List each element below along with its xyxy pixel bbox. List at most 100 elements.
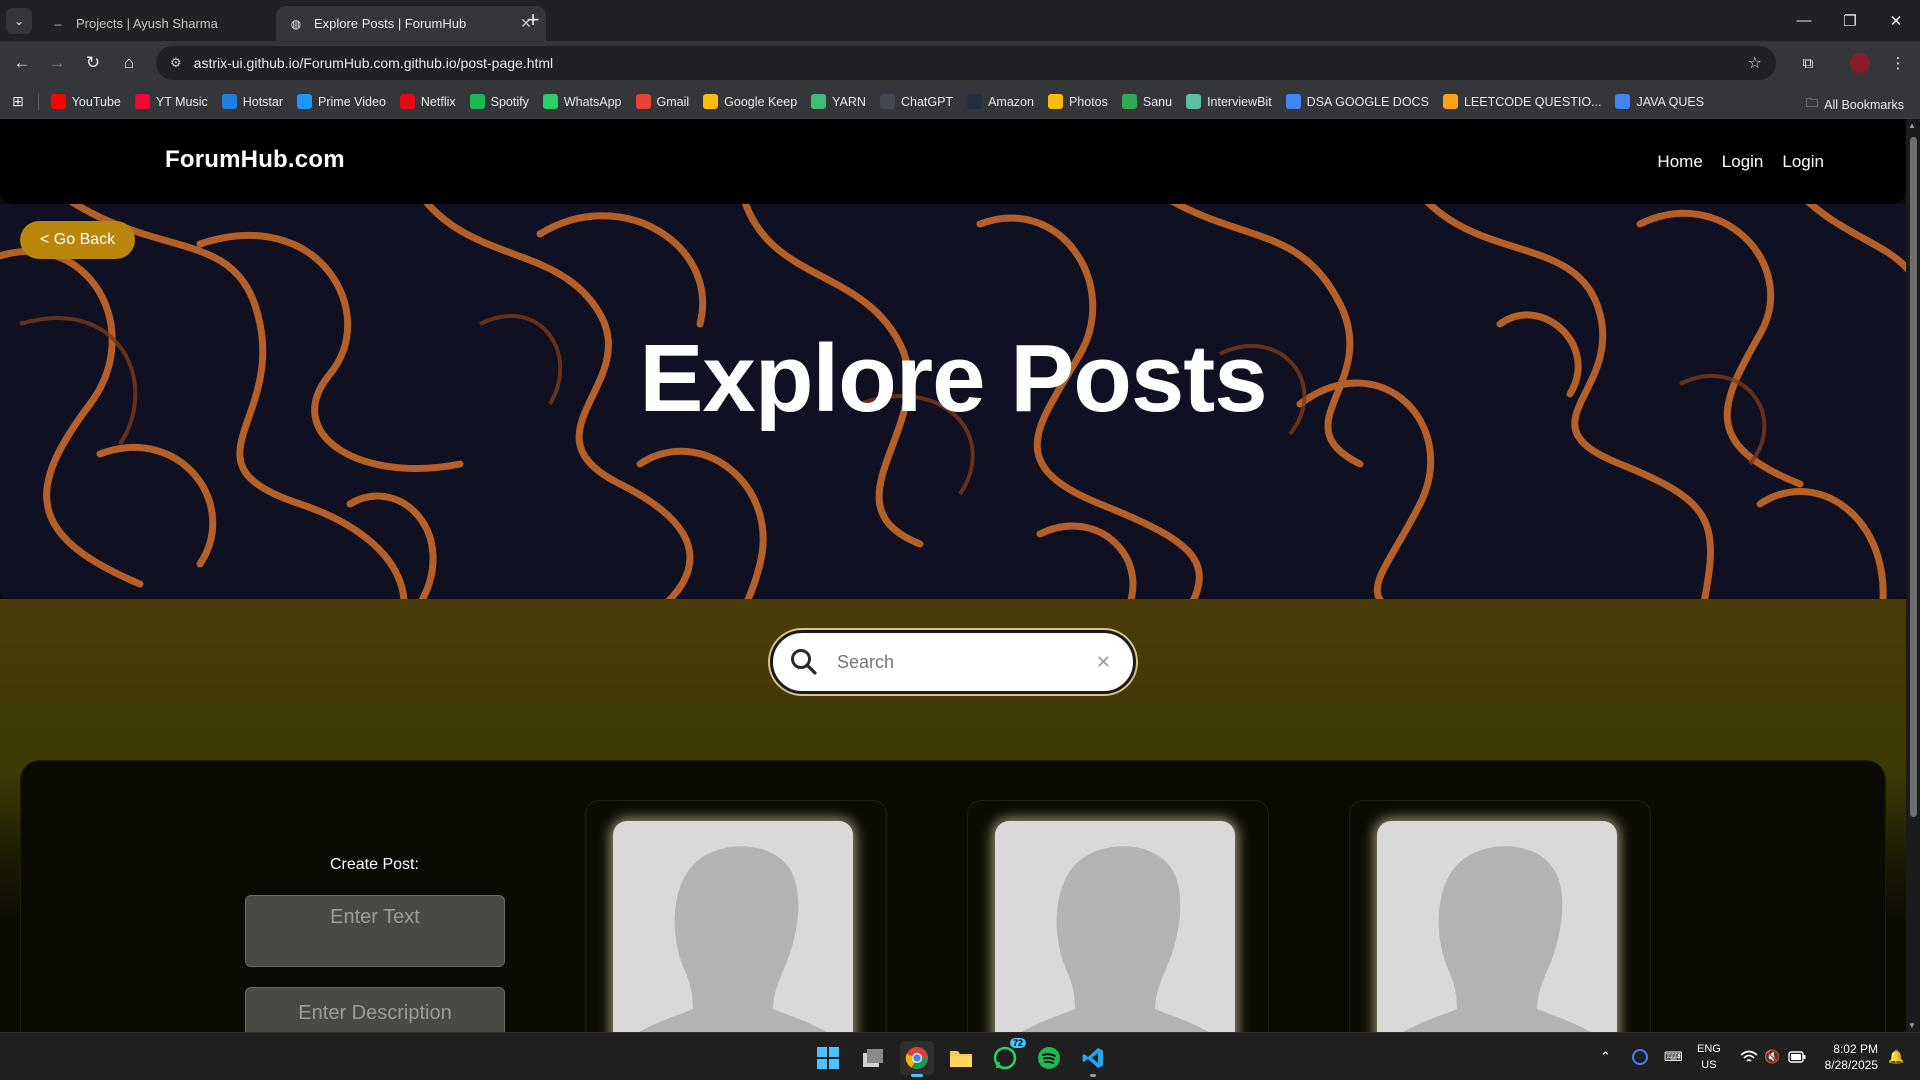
browser-menu-icon[interactable]: ⋮ <box>1884 49 1912 77</box>
window-close-icon[interactable]: ✕ <box>1873 0 1919 41</box>
region-code: US <box>1701 1059 1717 1071</box>
enter-text-field[interactable]: Enter Text <box>245 895 505 967</box>
profile-avatar[interactable] <box>1846 49 1874 77</box>
copilot-tray-icon[interactable] <box>1632 1033 1648 1080</box>
bookmark-item[interactable]: Netflix <box>399 94 456 109</box>
scrollbar-thumb[interactable] <box>1910 137 1917 817</box>
task-view-icon[interactable] <box>856 1041 890 1075</box>
windows-taskbar: 72 ⌃ ⌨ ENG US 🔇 8:02 PM 8/28/2025 🔔 <box>0 1032 1920 1080</box>
post-card[interactable] <box>967 800 1269 1032</box>
hero-banner: Explore Posts <box>0 204 1906 607</box>
apps-grid-icon[interactable]: ⊞ <box>12 93 24 110</box>
file-explorer-icon[interactable] <box>944 1041 978 1075</box>
bookmark-item[interactable]: YT Music <box>134 94 208 109</box>
start-icon[interactable] <box>811 1041 845 1075</box>
bookmark-item[interactable]: ChatGPT <box>879 94 954 109</box>
bookmark-star-icon[interactable]: ☆ <box>1748 53 1762 73</box>
home-icon[interactable]: ⌂ <box>115 49 143 77</box>
google-docs-icon <box>1285 94 1301 109</box>
post-search-box[interactable]: Search ✕ <box>770 630 1136 694</box>
user-silhouette-icon <box>639 846 827 1032</box>
tab-explore-posts[interactable]: ◍ Explore Posts | ForumHub ✕ <box>276 6 546 41</box>
tab-projects[interactable]: – Projects | Ayush Sharma ✕ <box>38 6 308 41</box>
vscode-icon[interactable] <box>1076 1041 1110 1077</box>
go-back-button[interactable]: < Go Back <box>20 221 136 259</box>
all-bookmarks-button[interactable]: 🗀 All Bookmarks <box>1806 94 1904 115</box>
extensions-icon[interactable]: ⧉ <box>1794 49 1822 77</box>
chatgpt-icon <box>879 94 895 109</box>
address-bar[interactable]: ⚙ astrix-ui.github.io/ForumHub.com.githu… <box>156 46 1776 80</box>
clock-date: 8/28/2025 <box>1824 1058 1878 1072</box>
wifi-icon[interactable] <box>1740 1033 1758 1080</box>
url-text: astrix-ui.github.io/ForumHub.com.github.… <box>193 55 554 71</box>
bookmark-item[interactable]: YouTube <box>50 94 121 109</box>
spotify-icon[interactable] <box>1032 1041 1066 1075</box>
bookmark-item[interactable]: LEETCODE QUESTIO... <box>1442 94 1601 109</box>
bookmark-item[interactable]: Google Keep <box>703 94 797 109</box>
bookmark-label: ChatGPT <box>900 94 954 109</box>
bookmark-item[interactable]: Photos <box>1047 94 1108 109</box>
google-keep-icon <box>703 94 719 109</box>
bookmark-label: YARN <box>832 94 866 109</box>
clock-time: 8:02 PM <box>1833 1042 1878 1056</box>
search-icon <box>791 649 817 675</box>
system-clock[interactable]: 8:02 PM 8/28/2025 <box>1825 1041 1878 1073</box>
bookmark-label: Google Keep <box>724 94 798 109</box>
bookmark-item[interactable]: JAVA QUES <box>1615 94 1704 109</box>
page-scrollbar[interactable]: ▲ ▼ <box>1906 119 1920 1032</box>
back-icon[interactable]: ← <box>8 49 36 77</box>
bookmark-item[interactable]: Sanu <box>1121 94 1173 109</box>
post-card[interactable] <box>585 800 887 1032</box>
keyboard-icon[interactable]: ⌨ <box>1664 1033 1683 1080</box>
bookmarks-divider <box>37 93 39 110</box>
yarn-icon <box>811 94 827 109</box>
scroll-up-icon[interactable]: ▲ <box>1908 121 1916 130</box>
tab-title: Explore Posts | ForumHub <box>314 16 467 31</box>
bookmark-label: Hotstar <box>242 94 284 109</box>
nav-home-link[interactable]: Home <box>1657 152 1702 172</box>
show-hidden-icons[interactable]: ⌃ <box>1600 1033 1611 1080</box>
bookmark-item[interactable]: Spotify <box>469 94 529 109</box>
language-indicator[interactable]: ENG US <box>1697 1041 1721 1073</box>
bookmark-item[interactable]: Gmail <box>635 94 689 109</box>
interviewbit-icon <box>1186 94 1202 109</box>
hotstar-icon <box>221 94 237 109</box>
forward-icon[interactable]: → <box>43 49 71 77</box>
nav-login-link[interactable]: Login <box>1722 152 1764 172</box>
bookmark-item[interactable]: Prime Video <box>297 94 386 109</box>
bookmark-item[interactable]: Amazon <box>967 94 1034 109</box>
minimize-icon[interactable]: — <box>1781 0 1827 41</box>
bookmark-label: WhatsApp <box>563 94 622 109</box>
whatsapp-unread-badge: 72 <box>1009 1038 1026 1048</box>
scroll-down-icon[interactable]: ▼ <box>1908 1021 1916 1030</box>
site-info-icon[interactable]: ⚙ <box>170 55 182 71</box>
notifications-icon[interactable]: 🔔 <box>1888 1033 1904 1080</box>
battery-icon[interactable] <box>1788 1033 1806 1080</box>
nav-login-link[interactable]: Login <box>1782 152 1824 172</box>
browser-tab-bar: ⌄ – Projects | Ayush Sharma ✕ ◍ Explore … <box>0 0 1920 41</box>
bookmark-item[interactable]: WhatsApp <box>542 94 622 109</box>
bookmark-item[interactable]: Hotstar <box>221 94 284 109</box>
tab-search-button[interactable]: ⌄ <box>6 8 32 34</box>
chrome-icon[interactable] <box>900 1041 934 1077</box>
volume-muted-icon[interactable]: 🔇 <box>1764 1033 1780 1080</box>
amazon-icon <box>967 94 983 109</box>
enter-description-field[interactable]: Enter Description <box>245 987 505 1032</box>
all-bookmarks-label: All Bookmarks <box>1824 97 1904 112</box>
clear-search-icon[interactable]: ✕ <box>1096 652 1111 673</box>
new-tab-button[interactable]: + <box>520 8 546 32</box>
bookmark-item[interactable]: YARN <box>811 94 866 109</box>
page-viewport: ForumHub.com Home Login Login Explore Po… <box>0 119 1920 1032</box>
post-card[interactable] <box>1349 800 1651 1032</box>
reload-icon[interactable]: ↻ <box>79 49 107 77</box>
tab-title: Projects | Ayush Sharma <box>76 16 218 31</box>
search-input[interactable]: Search <box>837 652 1096 673</box>
bookmark-item[interactable]: InterviewBit <box>1186 94 1272 109</box>
bookmark-label: Sanu <box>1142 94 1173 109</box>
hero-title: Explore Posts <box>639 325 1267 432</box>
tab-favicon-icon: – <box>54 16 62 31</box>
bookmark-item[interactable]: DSA GOOGLE DOCS <box>1285 94 1429 109</box>
whatsapp-icon[interactable]: 72 <box>988 1038 1026 1075</box>
site-brand[interactable]: ForumHub.com <box>165 146 345 174</box>
restore-icon[interactable]: ❐ <box>1827 0 1873 41</box>
